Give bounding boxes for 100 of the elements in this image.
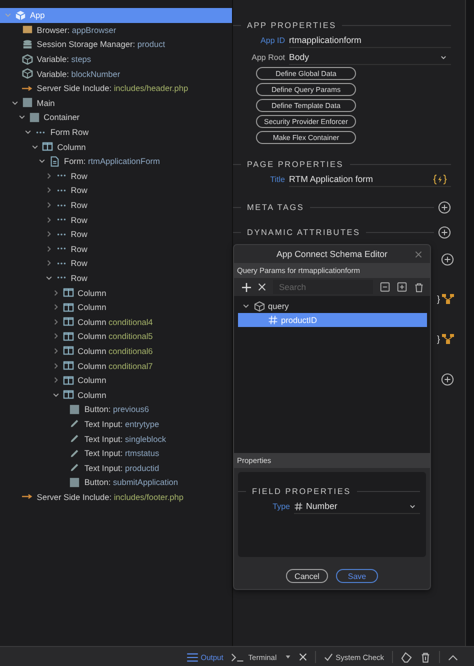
schema-item[interactable]: query — [238, 299, 427, 313]
tree-item[interactable]: Button: previous6 — [0, 402, 232, 417]
expand-all-icon[interactable] — [397, 282, 407, 292]
tree-item[interactable]: Column conditional6 — [0, 344, 232, 358]
tree-item[interactable]: Session Storage Manager: product — [0, 37, 232, 52]
add-icon[interactable] — [438, 226, 451, 238]
tree-item[interactable]: Form Row — [0, 124, 232, 140]
data-binding-icon[interactable] — [442, 294, 454, 304]
select-field[interactable]: Body — [289, 50, 451, 65]
chevron-right-icon[interactable] — [52, 362, 60, 370]
data-binding-icon[interactable] — [442, 334, 454, 344]
chevron-up-icon[interactable] — [448, 654, 458, 660]
chevron-down-icon[interactable] — [44, 274, 53, 282]
chevron-right-icon[interactable] — [44, 230, 53, 238]
tree-item[interactable]: Text Input: entrytype — [0, 416, 232, 432]
tree-item-label: Text Input: rtmstatus — [84, 448, 160, 458]
chevron-down-icon[interactable] — [18, 113, 26, 122]
tree-item[interactable]: Row — [0, 256, 232, 271]
dropdown-caret-icon[interactable] — [284, 654, 291, 660]
tree-item-label: Container — [44, 112, 80, 122]
trash-icon[interactable] — [414, 282, 424, 292]
chevron-down-icon[interactable] — [24, 128, 32, 136]
tree-item[interactable]: Text Input: singleblock — [0, 431, 232, 446]
chevron-right-icon[interactable] — [44, 244, 53, 253]
document-icon — [49, 156, 60, 167]
tree-item[interactable]: Column — [0, 139, 232, 154]
cube-icon — [15, 10, 26, 21]
tree-item[interactable]: Row — [0, 270, 232, 286]
chevron-right-icon[interactable] — [52, 376, 60, 384]
section-title: PAGE PROPERTIES — [247, 160, 344, 168]
chevron-right-icon[interactable] — [52, 303, 60, 312]
trash-icon[interactable] — [420, 652, 431, 662]
chevron-right-icon[interactable] — [44, 259, 53, 268]
tree-item[interactable]: Form: rtmApplicationForm — [0, 154, 232, 169]
close-icon[interactable] — [258, 283, 266, 291]
columns-icon — [62, 330, 74, 342]
section-title: META TAGS — [247, 202, 304, 212]
tree-item[interactable]: Variable: blockNumber — [0, 66, 232, 81]
tree-item[interactable]: Server Side Include: includes/footer.php — [0, 490, 232, 504]
tree-item[interactable]: Button: submitApplication — [0, 475, 232, 490]
tree-item[interactable]: Row — [0, 212, 232, 227]
add-icon[interactable] — [242, 282, 251, 292]
tree-item[interactable]: Row — [0, 242, 232, 256]
tree-item[interactable]: Column conditional4 — [0, 314, 232, 330]
tree-item[interactable]: Column conditional7 — [0, 358, 232, 373]
dialog-title: App Connect Schema Editor — [276, 249, 388, 259]
add-icon[interactable] — [441, 372, 454, 386]
tree-item-label: Column conditional5 — [78, 331, 153, 342]
input-field[interactable]: RTM Application form — [289, 172, 451, 187]
tree-item[interactable]: Row — [0, 226, 232, 242]
field-label: App Root — [250, 53, 286, 62]
collapse-all-icon[interactable] — [380, 282, 390, 292]
tree-item[interactable]: Text Input: rtmstatus — [0, 446, 232, 460]
close-icon[interactable] — [298, 653, 307, 661]
chevron-down-icon[interactable] — [38, 157, 46, 166]
chevron-down-icon[interactable] — [242, 302, 250, 310]
chevron-down-icon[interactable] — [52, 390, 60, 399]
tree-item[interactable]: Column — [0, 285, 232, 300]
tree-item[interactable]: Row — [0, 183, 232, 198]
field-label: Title — [269, 175, 286, 184]
tree-item-label: Variable: blockNumber — [36, 68, 120, 79]
tree-item[interactable]: Column — [0, 372, 232, 388]
tree-item[interactable]: Column — [0, 387, 232, 402]
square-icon — [69, 404, 80, 415]
add-icon[interactable] — [441, 252, 454, 266]
tree-item[interactable]: Main — [0, 96, 232, 110]
tree-item[interactable]: Container — [0, 110, 232, 125]
chevron-down-icon[interactable] — [31, 142, 40, 151]
tree-item[interactable]: Variable: steps — [0, 52, 232, 66]
cancel-button[interactable]: Cancel — [286, 569, 328, 583]
chevron-right-icon[interactable] — [52, 332, 60, 340]
tree-item-label: Session Storage Manager: product — [36, 39, 166, 50]
tree-item[interactable]: Text Input: productid — [0, 460, 232, 475]
pencil-icon — [69, 448, 80, 459]
tree-item[interactable]: Column conditional5 — [0, 329, 232, 344]
save-button[interactable]: Save — [336, 569, 378, 583]
dynamic-data-icon[interactable] — [433, 174, 447, 184]
chevron-right-icon[interactable] — [52, 318, 60, 326]
chevron-right-icon[interactable] — [52, 346, 60, 355]
chevron-right-icon[interactable] — [52, 288, 60, 297]
tree-item-label: Form Row — [50, 127, 89, 138]
section-title: APP PROPERTIES — [247, 20, 336, 30]
chevron-right-icon[interactable] — [44, 186, 53, 194]
tree-item[interactable]: Row — [0, 198, 232, 212]
window-icon — [22, 24, 33, 36]
tree-item[interactable]: Server Side Include: includes/header.php — [0, 80, 232, 96]
search-field[interactable]: Search — [273, 280, 373, 294]
chevron-right-icon[interactable] — [44, 172, 53, 180]
tree-item[interactable]: Browser: appBrowser — [0, 22, 232, 38]
chevron-down-icon[interactable] — [10, 98, 19, 107]
eraser-icon[interactable] — [401, 652, 412, 662]
tree-item[interactable]: Row — [0, 168, 232, 184]
cube-icon — [254, 300, 265, 312]
select-field[interactable]: Number — [294, 499, 420, 514]
input-field[interactable]: rtmapplicationform — [289, 33, 451, 48]
tree-item[interactable]: Column — [0, 300, 232, 314]
add-icon[interactable] — [438, 200, 451, 214]
pencil-icon — [69, 418, 80, 430]
chevron-right-icon[interactable] — [44, 201, 53, 210]
chevron-right-icon[interactable] — [44, 216, 53, 224]
